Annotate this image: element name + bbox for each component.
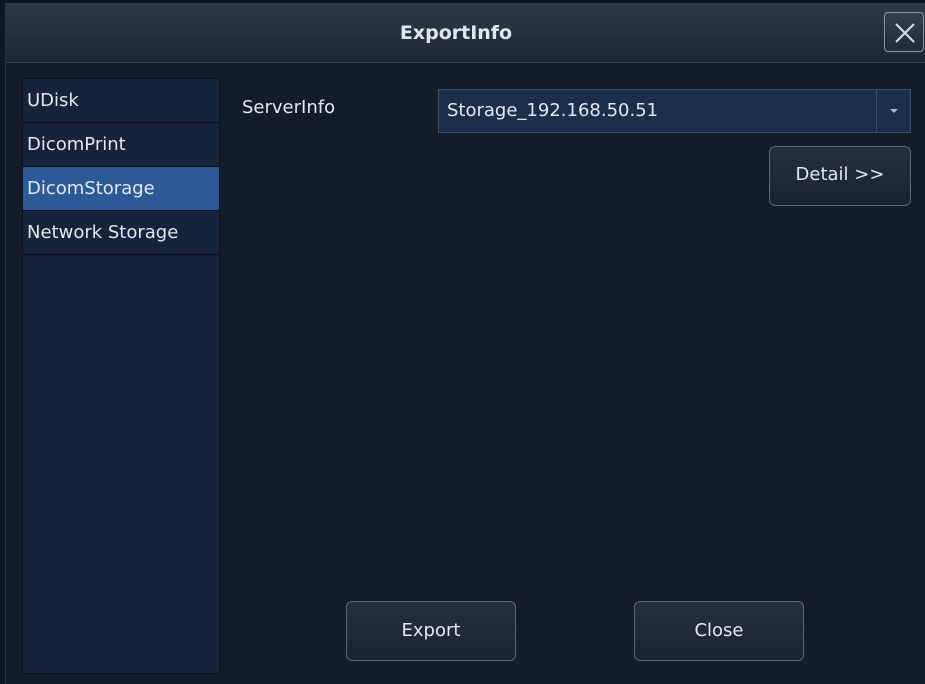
server-info-value: Storage_192.168.50.51 xyxy=(447,100,659,121)
dropdown-button[interactable] xyxy=(876,90,910,132)
title-bar: ExportInfo xyxy=(6,3,925,63)
dialog-title: ExportInfo xyxy=(399,22,513,44)
export-info-dialog: ExportInfo UDisk DicomPrint DicomStorage… xyxy=(5,3,925,684)
export-target-list: UDisk DicomPrint DicomStorage Network St… xyxy=(22,78,220,674)
detail-button[interactable]: Detail >> xyxy=(769,146,911,206)
export-button[interactable]: Export xyxy=(346,601,516,661)
sidebar-item-network-storage[interactable]: Network Storage xyxy=(23,211,219,255)
server-info-select[interactable]: Storage_192.168.50.51 xyxy=(438,89,911,133)
sidebar-item-dicomstorage[interactable]: DicomStorage xyxy=(23,167,219,211)
server-info-label: ServerInfo xyxy=(242,97,336,118)
chevron-down-icon xyxy=(890,109,898,113)
sidebar-item-udisk[interactable]: UDisk xyxy=(23,79,219,123)
sidebar-item-dicomprint[interactable]: DicomPrint xyxy=(23,123,219,167)
close-icon xyxy=(895,23,915,43)
close-window-button[interactable] xyxy=(884,12,924,52)
close-button[interactable]: Close xyxy=(634,601,804,661)
